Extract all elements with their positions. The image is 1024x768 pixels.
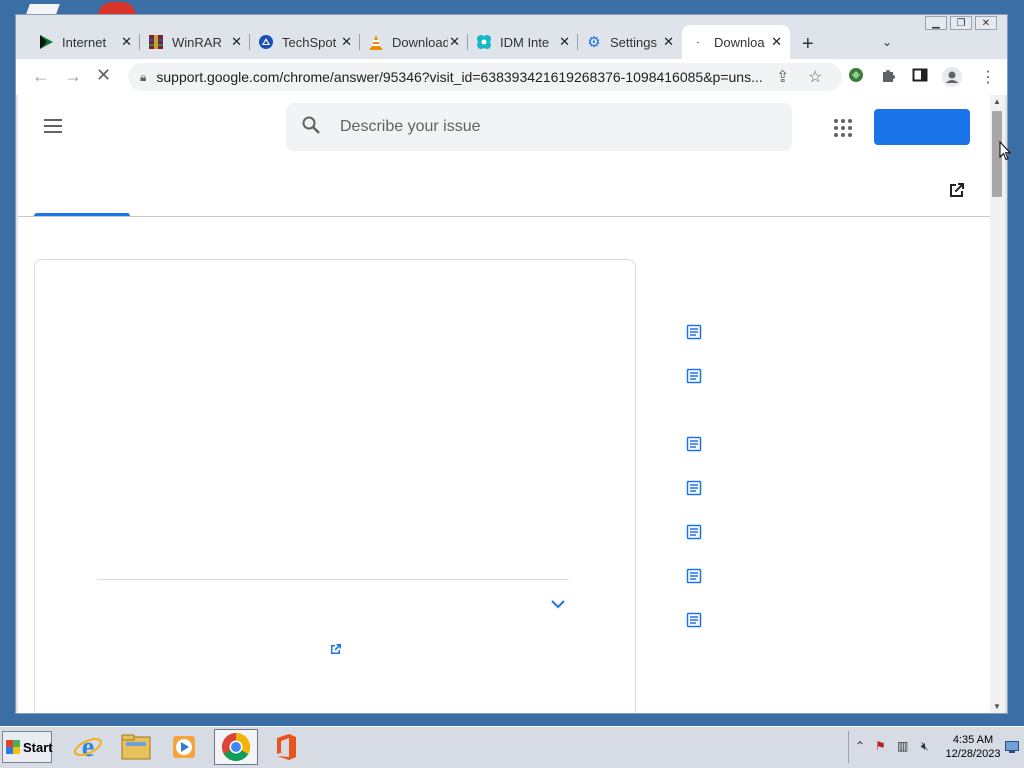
article-doc-icon[interactable] (686, 524, 702, 540)
tab-title: Settings (610, 34, 657, 50)
share-icon[interactable]: ⇪ (776, 67, 789, 87)
tab-close-icon[interactable]: ✕ (771, 34, 782, 50)
start-label: Start (23, 739, 53, 755)
vlc-cone-icon (368, 34, 384, 50)
tab-close-icon[interactable]: ✕ (449, 34, 460, 50)
lock-icon[interactable]: 🔒︎ (140, 70, 146, 85)
article-doc-icon[interactable] (686, 324, 702, 340)
tab-strip: Internet ✕ WinRAR ✕ TechSpot ✕ Download … (16, 23, 1007, 59)
svg-text:e: e (82, 732, 94, 762)
chrome-taskbar-icon[interactable] (214, 729, 258, 765)
open-in-new-icon[interactable] (948, 181, 966, 199)
url-text: support.google.com/chrome/answer/95346?v… (156, 69, 763, 85)
address-bar[interactable]: 🔒︎ support.google.com/chrome/answer/9534… (128, 63, 842, 91)
winrar-icon (148, 34, 164, 50)
article-card (34, 259, 636, 713)
side-panel-icon[interactable] (912, 67, 928, 88)
tab-close-icon[interactable]: ✕ (341, 34, 352, 50)
tab-search-chevron-icon[interactable]: ⌄ (882, 35, 892, 49)
back-button[interactable]: ← (32, 66, 50, 87)
play-icon (38, 34, 54, 50)
article-doc-icon[interactable] (686, 368, 702, 384)
tab-download-active[interactable]: - Downloa ✕ (682, 25, 790, 59)
article-doc-icon[interactable] (686, 480, 702, 496)
forward-button[interactable]: → (64, 66, 82, 87)
browser-toolbar: ← → ✕ 🔒︎ support.google.com/chrome/answe… (16, 59, 1007, 95)
windows-logo-icon (6, 740, 20, 754)
card-divider (97, 579, 569, 580)
system-tray: ⌃ ⚑ ▥ 🔇︎ 4:35 AM 12/28/2023 (848, 731, 1024, 763)
tab-techspot[interactable]: TechSpot ✕ (250, 25, 360, 59)
volume-muted-icon[interactable]: 🔇︎ (921, 739, 929, 754)
chevron-down-icon[interactable] (551, 596, 565, 612)
start-button[interactable]: Start (2, 731, 53, 763)
page-scrollbar[interactable]: ▲ ▼ (990, 95, 1005, 713)
article-doc-icon[interactable] (686, 436, 702, 452)
file-explorer-taskbar-icon[interactable] (114, 729, 158, 765)
page-content (18, 95, 990, 713)
gear-icon: ⚙ (587, 34, 601, 51)
tab-close-icon[interactable]: ✕ (121, 34, 132, 50)
new-tab-button[interactable]: + (802, 33, 814, 56)
tab-title: IDM Inte (500, 34, 550, 50)
open-in-new-icon[interactable] (330, 643, 342, 655)
hamburger-menu-icon[interactable] (44, 119, 62, 137)
help-search-bar[interactable] (286, 103, 792, 151)
loading-icon: - (696, 37, 700, 47)
taskbar: Start e ⌃ ⚑ ▥ 🔇︎ 4:35 AM 12/28/2023 (0, 726, 1024, 768)
idm-icon (476, 34, 492, 50)
internet-explorer-taskbar-icon[interactable]: e (66, 729, 110, 765)
scroll-down-arrow-icon[interactable]: ▼ (993, 702, 1001, 711)
tab-download-vlc[interactable]: Download ✕ (360, 25, 468, 59)
google-apps-icon[interactable] (834, 119, 852, 137)
action-center-flag-icon[interactable]: ⚑ (875, 739, 886, 753)
tab-title: TechSpot (282, 34, 337, 50)
tab-winrar[interactable]: WinRAR ✕ (140, 25, 250, 59)
header-divider (18, 216, 990, 217)
chrome-window: ▁ ❐ ✕ Internet ✕ WinRAR ✕ TechSpot ✕ Dow… (15, 14, 1008, 714)
tab-idm[interactable]: IDM Inte ✕ (468, 25, 578, 59)
search-input[interactable] (338, 117, 762, 137)
tab-title: Internet (62, 34, 107, 50)
sign-in-button[interactable] (874, 109, 970, 145)
clock[interactable]: 4:35 AM 12/28/2023 (945, 733, 1001, 761)
bookmark-star-icon[interactable]: ☆ (808, 67, 822, 87)
article-doc-icon[interactable] (686, 568, 702, 584)
tab-close-icon[interactable]: ✕ (231, 34, 242, 50)
tab-settings[interactable]: ⚙ Settings ✕ (578, 25, 682, 59)
mouse-cursor-icon (999, 141, 1011, 161)
tab-title: Download (392, 34, 448, 50)
tab-title: Downloa (714, 34, 765, 50)
techspot-icon (258, 34, 274, 50)
clock-time: 4:35 AM (952, 734, 994, 746)
tab-title: WinRAR (172, 34, 222, 50)
extensions-puzzle-icon[interactable] (880, 67, 896, 88)
show-desktop-icon[interactable] (1005, 741, 1019, 756)
article-doc-icon[interactable] (686, 612, 702, 628)
tab-internet[interactable]: Internet ✕ (30, 25, 140, 59)
profile-avatar-icon[interactable] (942, 67, 962, 92)
office-taskbar-icon[interactable] (264, 729, 308, 765)
idm-extension-icon[interactable] (848, 67, 864, 88)
show-hidden-icons-chevron-icon[interactable]: ⌃ (855, 739, 865, 753)
tab-close-icon[interactable]: ✕ (559, 34, 570, 50)
desktop-icon (26, 4, 60, 14)
tab-close-icon[interactable]: ✕ (663, 34, 674, 50)
network-icon[interactable]: ▥ (897, 739, 908, 753)
menu-kebab-icon[interactable]: ⋮ (980, 67, 996, 87)
media-player-taskbar-icon[interactable] (162, 729, 206, 765)
stop-loading-button[interactable]: ✕ (96, 65, 111, 86)
search-icon (302, 116, 320, 139)
clock-date: 12/28/2023 (945, 748, 1001, 760)
scroll-up-arrow-icon[interactable]: ▲ (993, 97, 1001, 106)
